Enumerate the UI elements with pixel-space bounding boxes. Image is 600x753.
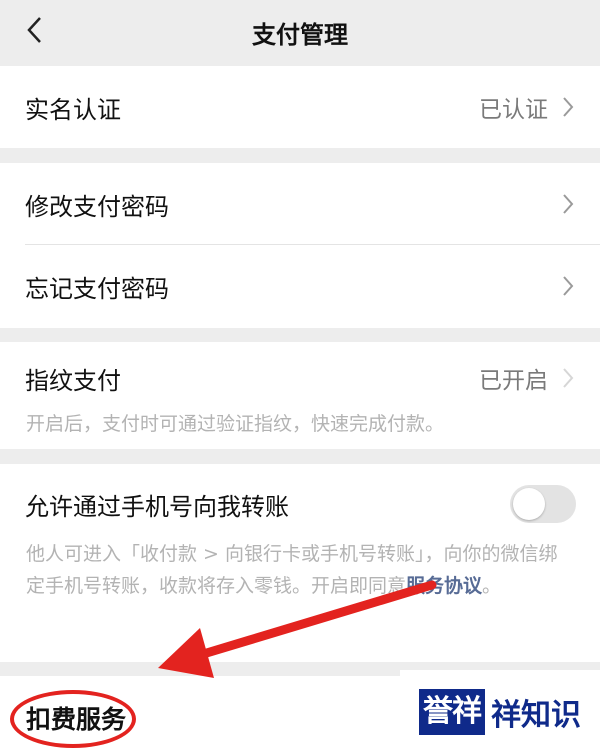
password-section: 修改支付密码 忘记支付密码 (0, 163, 600, 328)
phone-transfer-description-tail: 。 (482, 575, 502, 597)
phone-transfer-description: 他人可进入「收付款 > 向银行卡或手机号转账」，向你的微信绑定手机号转账，收款将… (0, 538, 600, 602)
toggle-knob (513, 488, 545, 520)
real-name-row[interactable]: 实名认证 已认证 (0, 66, 600, 148)
page-title: 支付管理 (252, 20, 348, 49)
fingerprint-row[interactable]: 指纹支付 已开启 (0, 342, 600, 414)
navigation-bar: 支付管理 (0, 0, 600, 64)
fingerprint-status: 已开启 (479, 368, 548, 394)
watermark-text: 祥知识 (491, 697, 581, 733)
annotation-circle (10, 690, 136, 748)
forgot-password-label: 忘记支付密码 (25, 274, 169, 303)
forgot-password-row[interactable]: 忘记支付密码 (0, 245, 600, 327)
phone-transfer-row: 允许通过手机号向我转账 (0, 464, 600, 544)
chevron-left-icon (27, 17, 41, 43)
fingerprint-section: 指纹支付 已开启 开启后，支付时可通过验证指纹，快速完成付款。 (0, 342, 600, 449)
real-name-label: 实名认证 (25, 95, 121, 124)
watermark-badge: 誉祥 (419, 688, 485, 735)
phone-transfer-label: 允许通过手机号向我转账 (25, 492, 289, 521)
change-password-label: 修改支付密码 (25, 192, 169, 221)
back-button[interactable] (14, 10, 54, 50)
real-name-status: 已认证 (479, 97, 548, 123)
phone-transfer-toggle[interactable] (510, 485, 576, 523)
chevron-right-icon (562, 95, 576, 119)
chevron-right-icon (562, 366, 576, 390)
service-agreement-link[interactable]: 服务协议 (406, 575, 482, 597)
chevron-right-icon (562, 192, 576, 216)
change-password-row[interactable]: 修改支付密码 (0, 163, 600, 245)
phone-transfer-section: 允许通过手机号向我转账 他人可进入「收付款 > 向银行卡或手机号转账」，向你的微… (0, 464, 600, 662)
chevron-right-icon (562, 274, 576, 298)
fingerprint-label: 指纹支付 (25, 366, 121, 395)
watermark-logo: 誉祥 祥知识 (400, 670, 600, 753)
real-name-section: 实名认证 已认证 (0, 66, 600, 148)
